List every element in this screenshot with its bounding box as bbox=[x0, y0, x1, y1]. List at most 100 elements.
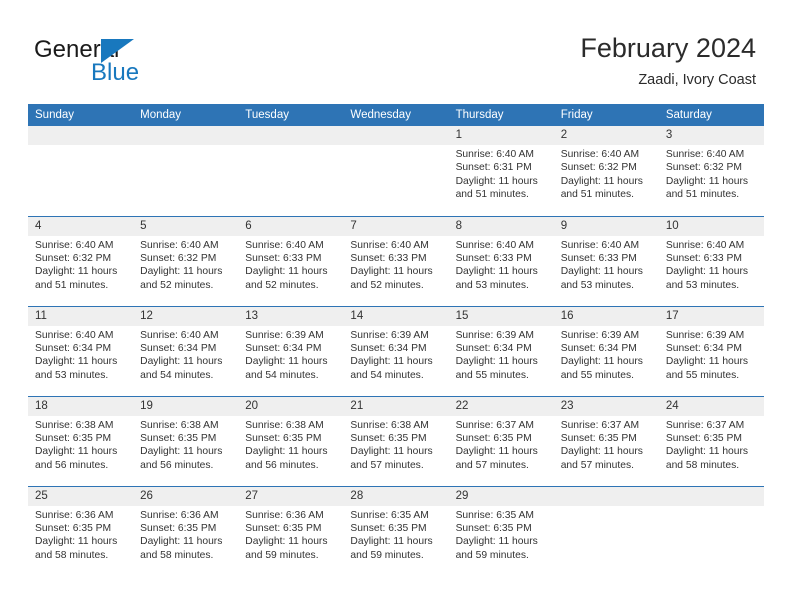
day-sun-info: Sunrise: 6:40 AM Sunset: 6:33 PM Daylight:… bbox=[238, 236, 343, 293]
daylight-text-line2: and 51 minutes. bbox=[35, 279, 109, 291]
weekday-header-wednesday: Wednesday bbox=[343, 104, 449, 126]
daylight-text-line1: Daylight: 11 hours bbox=[455, 536, 538, 548]
calendar-day-cell[interactable]: 17 Sunrise: 6:39 AM Sunset: 6:34 PM Dayligh… bbox=[658, 305, 764, 396]
calendar-body: 1 Sunrise: 6:40 AM Sunset: 6:31 PM Daylight… bbox=[28, 126, 764, 576]
calendar-day-cell[interactable]: 16 Sunrise: 6:39 AM Sunset: 6:34 PM Dayligh… bbox=[553, 305, 659, 396]
daylight-text-line1: Daylight: 11 hours bbox=[455, 446, 538, 458]
calendar-day-cell[interactable]: 19 Sunrise: 6:38 AM Sunset: 6:35 PM Dayligh… bbox=[133, 395, 239, 486]
calendar-day-cell[interactable]: 7 Sunrise: 6:40 AM Sunset: 6:33 PM Daylight… bbox=[343, 215, 449, 306]
calendar-day-cell[interactable]: 5 Sunrise: 6:40 AM Sunset: 6:32 PM Daylight… bbox=[133, 215, 239, 306]
calendar-week-row: 4 Sunrise: 6:40 AM Sunset: 6:32 PM Daylight… bbox=[28, 215, 764, 306]
sunset-text: Sunset: 6:35 PM bbox=[140, 432, 217, 444]
calendar-day-cell[interactable]: 9 Sunrise: 6:40 AM Sunset: 6:33 PM Daylight… bbox=[553, 215, 659, 306]
sunrise-text: Sunrise: 6:38 AM bbox=[140, 419, 219, 431]
calendar-week-row: 11 Sunrise: 6:40 AM Sunset: 6:34 PM Dayligh… bbox=[28, 305, 764, 396]
sunrise-text: Sunrise: 6:38 AM bbox=[350, 419, 429, 431]
sunset-text: Sunset: 6:35 PM bbox=[665, 432, 742, 444]
day-sun-info: Sunrise: 6:40 AM Sunset: 6:32 PM Daylight:… bbox=[133, 236, 238, 293]
daylight-text-line2: and 55 minutes. bbox=[455, 369, 529, 381]
day-number: 14 bbox=[343, 306, 449, 326]
calendar-day-cell[interactable]: 6 Sunrise: 6:40 AM Sunset: 6:33 PM Daylight… bbox=[238, 215, 344, 306]
calendar-day-cell[interactable]: 26 Sunrise: 6:36 AM Sunset: 6:35 PM Dayligh… bbox=[133, 485, 239, 576]
day-number: 5 bbox=[133, 216, 239, 236]
sunset-text: Sunset: 6:32 PM bbox=[665, 162, 742, 174]
weekday-header-tuesday: Tuesday bbox=[238, 104, 344, 126]
title-block: February 2024 Zaadi, Ivory Coast bbox=[580, 32, 756, 90]
calendar-day-cell[interactable]: 14 Sunrise: 6:39 AM Sunset: 6:34 PM Dayligh… bbox=[343, 305, 449, 396]
daylight-text-line2: and 58 minutes. bbox=[140, 549, 214, 561]
calendar-day-cell[interactable]: 28 Sunrise: 6:35 AM Sunset: 6:35 PM Dayligh… bbox=[343, 485, 449, 576]
day-number: 11 bbox=[28, 306, 134, 326]
daylight-text-line1: Daylight: 11 hours bbox=[560, 175, 643, 187]
calendar-day-cell[interactable]: 18 Sunrise: 6:38 AM Sunset: 6:35 PM Dayligh… bbox=[28, 395, 134, 486]
calendar-day-cell[interactable]: 23 Sunrise: 6:37 AM Sunset: 6:35 PM Dayligh… bbox=[553, 395, 659, 486]
day-number: 18 bbox=[28, 396, 134, 416]
sunrise-text: Sunrise: 6:40 AM bbox=[140, 329, 219, 341]
sunrise-text: Sunrise: 6:35 AM bbox=[455, 509, 534, 521]
calendar-day-cell[interactable]: 8 Sunrise: 6:40 AM Sunset: 6:33 PM Daylight… bbox=[448, 215, 554, 306]
sunrise-text: Sunrise: 6:40 AM bbox=[245, 239, 324, 251]
calendar-day-cell[interactable]: 24 Sunrise: 6:37 AM Sunset: 6:35 PM Dayligh… bbox=[658, 395, 764, 486]
daylight-text-line1: Daylight: 11 hours bbox=[455, 356, 538, 368]
daylight-text-line2: and 57 minutes. bbox=[350, 459, 424, 471]
sunrise-text: Sunrise: 6:38 AM bbox=[245, 419, 324, 431]
general-blue-logo[interactable]: General Blue bbox=[34, 36, 214, 88]
day-number bbox=[238, 126, 344, 145]
day-number bbox=[343, 126, 449, 145]
day-number: 13 bbox=[238, 306, 344, 326]
weekday-header-sunday: Sunday bbox=[28, 104, 134, 126]
day-number: 20 bbox=[238, 396, 344, 416]
page-title: February 2024 bbox=[580, 33, 756, 63]
daylight-text-line1: Daylight: 11 hours bbox=[350, 446, 433, 458]
daylight-text-line2: and 52 minutes. bbox=[140, 279, 214, 291]
calendar-day-cell[interactable]: 4 Sunrise: 6:40 AM Sunset: 6:32 PM Daylight… bbox=[28, 215, 134, 306]
page-header: General Blue February 2024 Zaadi, Ivory … bbox=[0, 0, 792, 104]
calendar-day-cell[interactable]: 11 Sunrise: 6:40 AM Sunset: 6:34 PM Dayligh… bbox=[28, 305, 134, 396]
calendar-day-cell[interactable]: 1 Sunrise: 6:40 AM Sunset: 6:31 PM Daylight… bbox=[448, 126, 554, 216]
calendar-day-cell[interactable]: 29 Sunrise: 6:35 AM Sunset: 6:35 PM Dayligh… bbox=[448, 485, 554, 576]
daylight-text-line2: and 58 minutes. bbox=[665, 459, 740, 471]
daylight-text-line2: and 51 minutes. bbox=[665, 189, 740, 201]
calendar-day-cell[interactable]: 10 Sunrise: 6:40 AM Sunset: 6:33 PM Dayligh… bbox=[658, 215, 764, 306]
daylight-text-line2: and 55 minutes. bbox=[560, 369, 634, 381]
daylight-text-line1: Daylight: 11 hours bbox=[665, 175, 749, 187]
daylight-text-line2: and 57 minutes. bbox=[455, 459, 529, 471]
sunset-text: Sunset: 6:33 PM bbox=[245, 252, 322, 264]
daylight-text-line2: and 57 minutes. bbox=[560, 459, 634, 471]
daylight-text-line1: Daylight: 11 hours bbox=[350, 356, 433, 368]
daylight-text-line1: Daylight: 11 hours bbox=[665, 266, 749, 278]
calendar-day-cell[interactable]: 13 Sunrise: 6:39 AM Sunset: 6:34 PM Dayligh… bbox=[238, 305, 344, 396]
daylight-text-line1: Daylight: 11 hours bbox=[455, 175, 538, 187]
calendar-day-cell[interactable]: 20 Sunrise: 6:38 AM Sunset: 6:35 PM Dayligh… bbox=[238, 395, 344, 486]
day-number: 27 bbox=[238, 486, 344, 506]
daylight-text-line1: Daylight: 11 hours bbox=[245, 356, 328, 368]
sunrise-text: Sunrise: 6:36 AM bbox=[245, 509, 324, 521]
calendar-day-cell[interactable]: 2 Sunrise: 6:40 AM Sunset: 6:32 PM Daylight… bbox=[553, 126, 659, 216]
calendar-day-cell[interactable]: 22 Sunrise: 6:37 AM Sunset: 6:35 PM Dayligh… bbox=[448, 395, 554, 486]
calendar-day-cell[interactable]: 25 Sunrise: 6:36 AM Sunset: 6:35 PM Dayligh… bbox=[28, 485, 134, 576]
weekday-header-monday: Monday bbox=[133, 104, 239, 126]
day-number: 22 bbox=[448, 396, 554, 416]
day-sun-info: Sunrise: 6:38 AM Sunset: 6:35 PM Daylight:… bbox=[133, 416, 238, 473]
daylight-text-line2: and 56 minutes. bbox=[35, 459, 109, 471]
sunset-text: Sunset: 6:34 PM bbox=[665, 342, 742, 354]
sunset-text: Sunset: 6:33 PM bbox=[350, 252, 427, 264]
daylight-text-line2: and 51 minutes. bbox=[455, 189, 529, 201]
day-sun-info: Sunrise: 6:39 AM Sunset: 6:34 PM Daylight:… bbox=[449, 326, 554, 383]
day-number: 24 bbox=[658, 396, 764, 416]
calendar-day-cell[interactable]: 27 Sunrise: 6:36 AM Sunset: 6:35 PM Dayligh… bbox=[238, 485, 344, 576]
daylight-text-line1: Daylight: 11 hours bbox=[35, 446, 118, 458]
sunrise-text: Sunrise: 6:40 AM bbox=[560, 239, 640, 251]
calendar-day-cell[interactable]: 15 Sunrise: 6:39 AM Sunset: 6:34 PM Dayligh… bbox=[448, 305, 554, 396]
daylight-text-line1: Daylight: 11 hours bbox=[455, 266, 538, 278]
daylight-text-line2: and 55 minutes. bbox=[665, 369, 740, 381]
calendar-day-cell[interactable]: 3 Sunrise: 6:40 AM Sunset: 6:32 PM Daylight… bbox=[658, 126, 764, 216]
day-sun-info: Sunrise: 6:38 AM Sunset: 6:35 PM Daylight:… bbox=[238, 416, 343, 473]
daylight-text-line2: and 53 minutes. bbox=[35, 369, 109, 381]
day-sun-info: Sunrise: 6:39 AM Sunset: 6:34 PM Daylight:… bbox=[238, 326, 343, 383]
sunset-text: Sunset: 6:34 PM bbox=[350, 342, 427, 354]
calendar-day-cell[interactable]: 21 Sunrise: 6:38 AM Sunset: 6:35 PM Dayligh… bbox=[343, 395, 449, 486]
calendar-day-cell[interactable]: 12 Sunrise: 6:40 AM Sunset: 6:34 PM Dayligh… bbox=[133, 305, 239, 396]
daylight-text-line2: and 59 minutes. bbox=[245, 549, 319, 561]
day-number: 10 bbox=[658, 216, 764, 236]
